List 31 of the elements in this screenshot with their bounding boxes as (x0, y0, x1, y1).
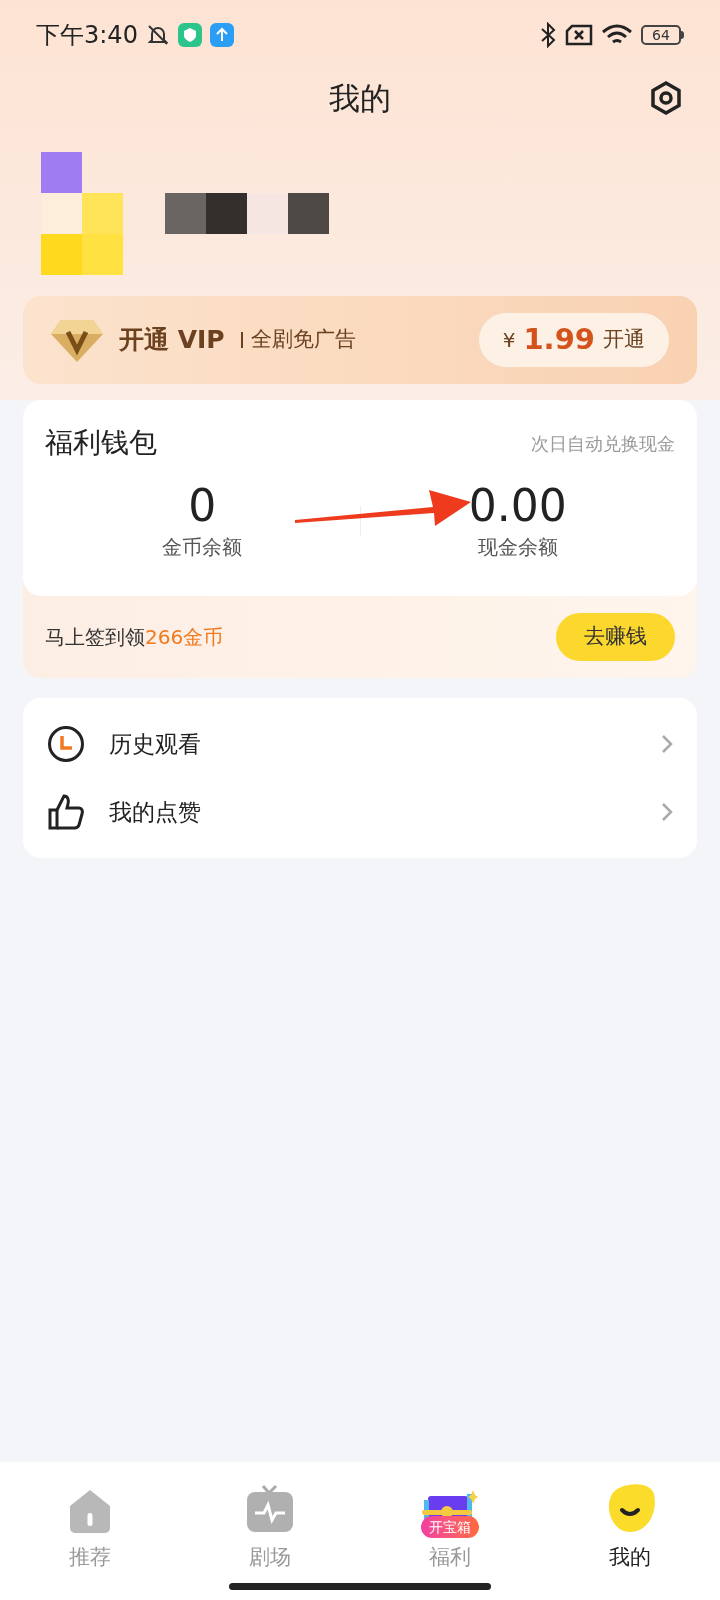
nav-tab[interactable]: 我的 (540, 1462, 720, 1574)
vip-subtitle: 全剧免广告 (250, 326, 356, 354)
balance-label: 金币余额 (162, 534, 243, 561)
diamond-v-icon (51, 318, 103, 362)
balance-label: 现金余额 (477, 534, 558, 561)
chevron-right-icon (661, 734, 673, 754)
thumbs-up-icon (47, 793, 85, 831)
menu-item[interactable]: 我的点赞 (23, 778, 697, 846)
upload-icon (209, 23, 234, 47)
shield-icon (177, 23, 202, 47)
bluetooth-icon (539, 22, 557, 48)
nav-badge: 开宝箱 (421, 1516, 479, 1538)
checkin-text: 马上签到领266金币 (45, 624, 224, 651)
vip-price-button[interactable]: ¥ 1.99 开通 (478, 313, 669, 367)
earn-money-button[interactable]: 去赚钱 (556, 613, 675, 661)
battery-icon: 64 (641, 25, 684, 45)
vip-banner[interactable]: 开通 VIP 全剧免广告 ¥ 1.99 开通 (23, 296, 697, 384)
balance-value: 0 (188, 480, 217, 532)
balance-value: 0.00 (468, 480, 567, 532)
wallet-title: 福利钱包 (45, 425, 157, 461)
menu-item[interactable]: 历史观看 (23, 710, 697, 778)
page-title: 我的 (329, 78, 391, 118)
wallet-note: 次日自动兑换现金 (531, 431, 675, 456)
vip-title: 开通 VIP (119, 324, 225, 357)
settings-icon[interactable] (648, 80, 684, 116)
clock-icon (47, 725, 85, 763)
status-time: 下午3:40 (36, 20, 138, 51)
bell-off-icon (145, 23, 170, 47)
tv-icon (245, 1484, 295, 1534)
chevron-right-icon (661, 802, 673, 822)
sim-off-icon (565, 24, 593, 46)
